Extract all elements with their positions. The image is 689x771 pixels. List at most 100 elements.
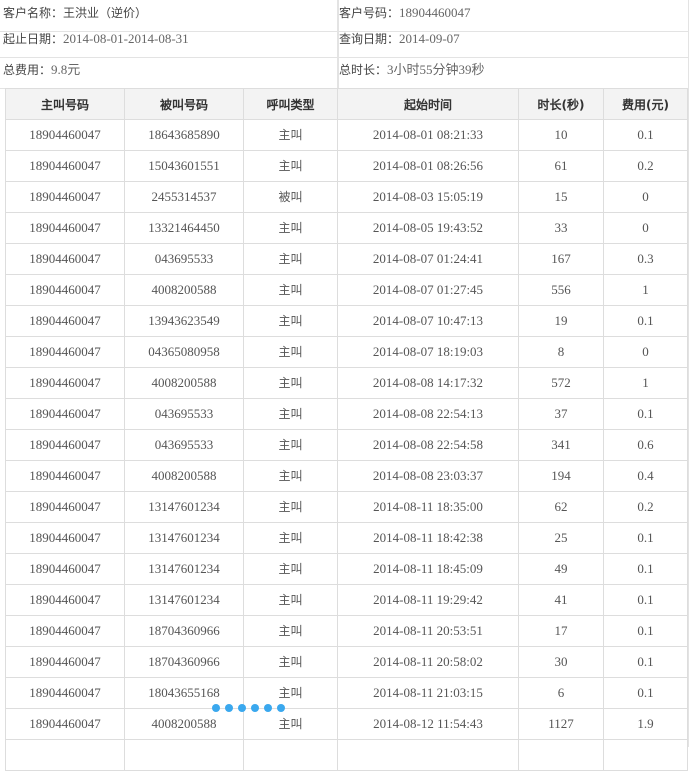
customer-name-label: 客户名称： — [3, 6, 64, 20]
call-type-cell: 主叫 — [243, 367, 338, 399]
info-row-totals: 总费用：9.8元 总时长：3小时55分钟39秒 — [0, 57, 689, 89]
callee-number-cell: 18704360966 — [124, 646, 244, 678]
start-time-cell: 2014-08-01 08:21:33 — [337, 119, 519, 151]
start-time-cell: 2014-08-01 08:26:56 — [337, 150, 519, 182]
callee-number-cell: 4008200588 — [124, 367, 244, 399]
fee-cell: 0 — [603, 212, 688, 244]
table-row: 18904460047 13321464450 主叫 2014-08-05 19:43… — [5, 212, 688, 244]
query-date-label: 查询日期： — [339, 32, 400, 46]
start-time-cell: 2014-08-08 23:03:37 — [337, 460, 519, 492]
table-row: 18904460047 4008200588 主叫 2014-08-08 23:03:… — [5, 460, 688, 492]
callee-number-cell: 15043601551 — [124, 150, 244, 182]
fee-cell: 0.2 — [603, 150, 688, 182]
callee-number-cell: 043695533 — [124, 429, 244, 461]
fee-cell: 0.1 — [603, 584, 688, 616]
table-row — [5, 739, 688, 771]
start-time-cell: 2014-08-12 11:54:43 — [337, 708, 519, 740]
loading-dot — [277, 704, 285, 712]
caller-number-cell: 18904460047 — [5, 181, 125, 213]
empty-cell — [337, 739, 519, 771]
duration-cell: 10 — [518, 119, 604, 151]
info-row-dates: 起止日期：2014-08-01-2014-08-31 查询日期：2014-09-… — [0, 26, 689, 58]
fee-cell: 0.1 — [603, 553, 688, 585]
table-row: 18904460047 18643685890 主叫 2014-08-01 08:21… — [5, 119, 688, 151]
table-row: 18904460047 18043655168 主叫 2014-08-11 21:03… — [5, 677, 688, 709]
callee-number-cell: 13147601234 — [124, 584, 244, 616]
start-time-cell: 2014-08-11 18:42:38 — [337, 522, 519, 554]
empty-cell — [124, 739, 244, 771]
duration-cell: 194 — [518, 460, 604, 492]
fee-cell: 0.4 — [603, 460, 688, 492]
empty-cell — [603, 739, 688, 771]
caller-number-cell: 18904460047 — [5, 584, 125, 616]
call-type-cell: 主叫 — [243, 646, 338, 678]
start-time-cell: 2014-08-11 18:35:00 — [337, 491, 519, 523]
duration-cell: 8 — [518, 336, 604, 368]
caller-number-cell: 18904460047 — [5, 522, 125, 554]
callee-number-cell: 04365080958 — [124, 336, 244, 368]
table-row: 18904460047 13943623549 主叫 2014-08-07 10:47… — [5, 305, 688, 337]
empty-cell — [5, 739, 125, 771]
divider — [337, 0, 338, 88]
start-time-cell: 2014-08-07 18:19:03 — [337, 336, 519, 368]
caller-number-cell: 18904460047 — [5, 212, 125, 244]
call-type-cell: 主叫 — [243, 150, 338, 182]
caller-number-cell: 18904460047 — [5, 677, 125, 709]
fee-cell: 0.1 — [603, 522, 688, 554]
duration-cell: 25 — [518, 522, 604, 554]
start-time-cell: 2014-08-11 21:03:15 — [337, 677, 519, 709]
call-type-cell: 主叫 — [243, 522, 338, 554]
start-time-cell: 2014-08-08 22:54:13 — [337, 398, 519, 430]
callee-number-cell: 043695533 — [124, 243, 244, 275]
table-row: 18904460047 04365080958 主叫 2014-08-07 18:19… — [5, 336, 688, 368]
start-time-cell: 2014-08-03 15:05:19 — [337, 181, 519, 213]
column-header-fee: 费用(元) — [603, 88, 688, 120]
start-time-cell: 2014-08-11 20:58:02 — [337, 646, 519, 678]
table-row: 18904460047 18704360966 主叫 2014-08-11 20:58… — [5, 646, 688, 678]
call-type-cell: 主叫 — [243, 584, 338, 616]
caller-number-cell: 18904460047 — [5, 336, 125, 368]
call-type-cell: 主叫 — [243, 553, 338, 585]
duration-cell: 6 — [518, 677, 604, 709]
callee-number-cell: 4008200588 — [124, 708, 244, 740]
table-row: 18904460047 15043601551 主叫 2014-08-01 08:26… — [5, 150, 688, 182]
caller-number-cell: 18904460047 — [5, 615, 125, 647]
start-time-cell: 2014-08-08 14:17:32 — [337, 367, 519, 399]
caller-number-cell: 18904460047 — [5, 646, 125, 678]
duration-cell: 30 — [518, 646, 604, 678]
call-type-cell: 主叫 — [243, 615, 338, 647]
duration-cell: 49 — [518, 553, 604, 585]
fee-cell: 1.9 — [603, 708, 688, 740]
fee-cell: 0.3 — [603, 243, 688, 275]
fee-cell: 0.2 — [603, 491, 688, 523]
fee-cell: 0.1 — [603, 119, 688, 151]
callee-number-cell: 4008200588 — [124, 460, 244, 492]
duration-cell: 19 — [518, 305, 604, 337]
caller-number-cell: 18904460047 — [5, 150, 125, 182]
duration-cell: 37 — [518, 398, 604, 430]
table-row: 18904460047 2455314537 被叫 2014-08-03 15:05:… — [5, 181, 688, 213]
call-type-cell: 主叫 — [243, 212, 338, 244]
caller-number-cell: 18904460047 — [5, 367, 125, 399]
table-row: 18904460047 043695533 主叫 2014-08-07 01:24:4… — [5, 243, 688, 275]
query-date: 2014-09-07 — [399, 31, 460, 46]
start-time-cell: 2014-08-11 18:45:09 — [337, 553, 519, 585]
fee-cell: 0.1 — [603, 615, 688, 647]
caller-number-cell: 18904460047 — [5, 708, 125, 740]
fee-cell: 0 — [603, 336, 688, 368]
loading-dot — [264, 704, 272, 712]
table-header: 主叫号码 被叫号码 呼叫类型 起始时间 时长(秒) 费用(元) — [5, 88, 688, 120]
empty-cell — [243, 739, 338, 771]
duration-cell: 17 — [518, 615, 604, 647]
duration-cell: 1127 — [518, 708, 604, 740]
customer-no-label: 客户号码： — [339, 6, 400, 20]
total-duration-label: 总时长： — [339, 63, 388, 77]
call-type-cell: 主叫 — [243, 243, 338, 275]
start-time-cell: 2014-08-07 10:47:13 — [337, 305, 519, 337]
duration-cell: 33 — [518, 212, 604, 244]
duration-cell: 15 — [518, 181, 604, 213]
caller-number-cell: 18904460047 — [5, 553, 125, 585]
table-row: 18904460047 18704360966 主叫 2014-08-11 20:53… — [5, 615, 688, 647]
duration-cell: 341 — [518, 429, 604, 461]
duration-cell: 41 — [518, 584, 604, 616]
